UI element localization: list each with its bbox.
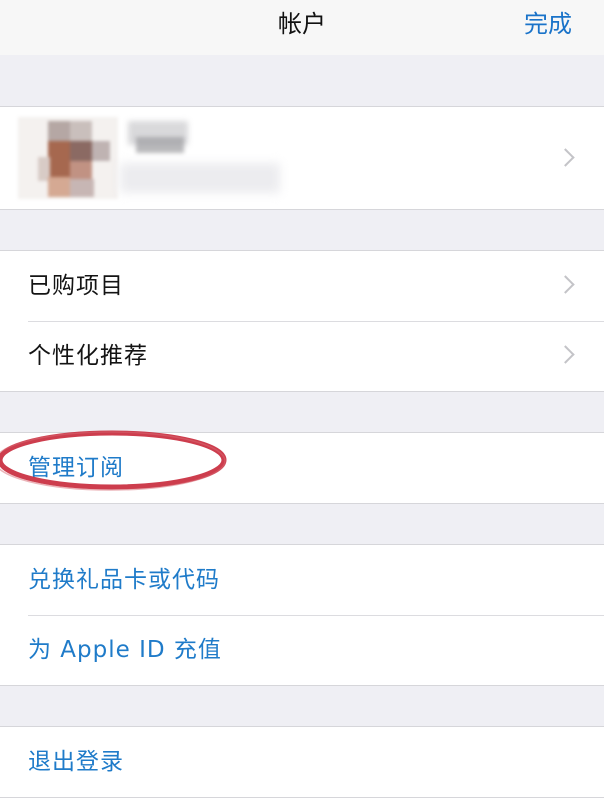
redeem-gift-card-link[interactable]: 兑换礼品卡或代码 <box>28 545 220 615</box>
add-funds-link[interactable]: 为 Apple ID 充值 <box>28 615 222 685</box>
funds-group: 兑换礼品卡或代码 为 Apple ID 充值 <box>0 544 604 686</box>
navigation-bar: 帐户 完成 <box>0 0 604 55</box>
avatar-icon <box>18 117 118 199</box>
add-funds-row[interactable]: 为 Apple ID 充值 <box>0 615 604 685</box>
sign-out-link[interactable]: 退出登录 <box>28 727 124 797</box>
personalized-recommendations-row[interactable]: 个性化推荐 <box>0 321 604 391</box>
chevron-right-icon <box>556 148 575 167</box>
done-button[interactable]: 完成 <box>524 0 572 48</box>
chevron-right-icon <box>556 275 575 294</box>
sign-out-row[interactable]: 退出登录 <box>0 727 604 797</box>
chevron-right-icon <box>556 345 575 364</box>
page-title: 帐户 <box>278 10 326 38</box>
subscriptions-group: 管理订阅 <box>0 432 604 504</box>
redeem-gift-card-row[interactable]: 兑换礼品卡或代码 <box>0 545 604 615</box>
manage-subscriptions-row[interactable]: 管理订阅 <box>0 433 604 503</box>
profile-email <box>120 163 280 193</box>
personalized-recommendations-label: 个性化推荐 <box>28 343 148 369</box>
profile-row[interactable] <box>0 107 604 209</box>
profile-group <box>0 106 604 210</box>
manage-subscriptions-link[interactable]: 管理订阅 <box>28 433 124 503</box>
profile-name-blurred <box>136 137 184 153</box>
account-group: 已购项目 个性化推荐 <box>0 250 604 392</box>
purchased-items-row[interactable]: 已购项目 <box>0 251 604 321</box>
purchased-items-label: 已购项目 <box>28 273 124 299</box>
sign-out-group: 退出登录 <box>0 726 604 798</box>
